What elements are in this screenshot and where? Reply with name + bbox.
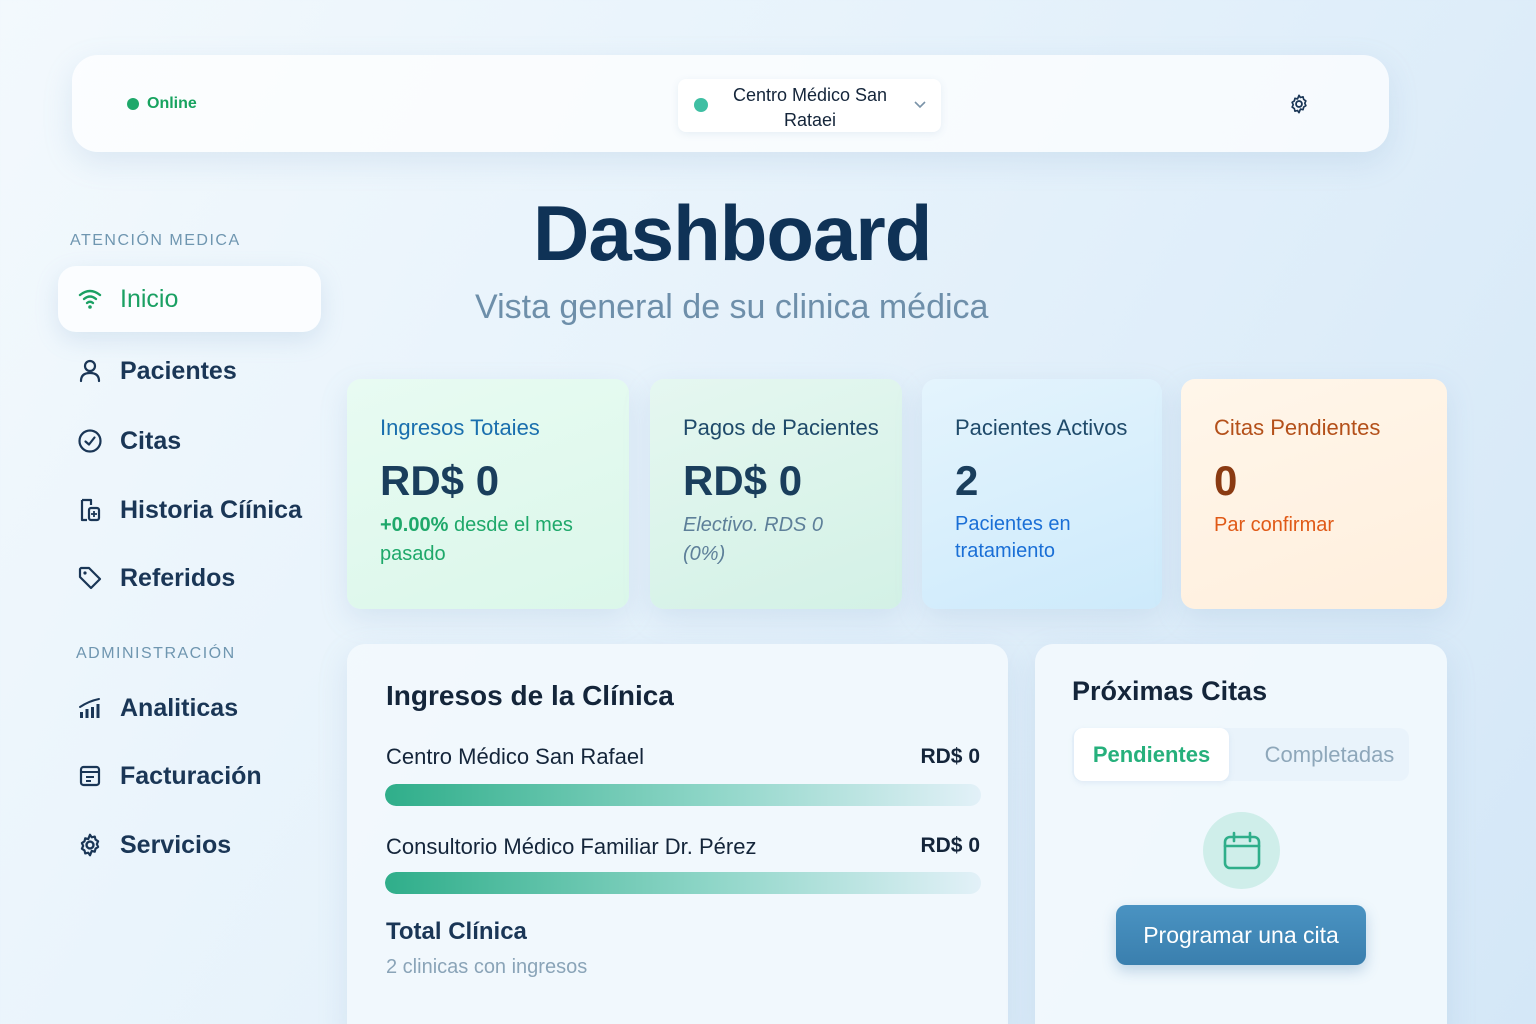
sidebar-item-facturacion[interactable]: Facturación xyxy=(58,743,321,809)
sidebar-item-citas[interactable]: Citas xyxy=(58,408,321,474)
stat-title: Ingresos Totaies xyxy=(380,415,540,440)
stat-card-ingresos-totales: Ingresos Totaies RD$ 0 +0.00% desde el m… xyxy=(347,379,629,609)
income-progress-fill xyxy=(385,872,981,894)
medical-record-icon xyxy=(76,496,104,524)
status-label: Online xyxy=(147,95,197,112)
status-dot-icon xyxy=(127,98,139,110)
clinic-selector[interactable]: Centro Médico San Rataei xyxy=(678,79,941,132)
stat-title: Citas Pendientes xyxy=(1214,415,1381,440)
sidebar-item-analiticas[interactable]: Analiticas xyxy=(58,675,321,741)
schedule-appointment-button[interactable]: Programar una cita xyxy=(1116,905,1366,965)
invoice-icon xyxy=(76,762,104,790)
stat-title: Pacientes Activos xyxy=(955,415,1128,440)
stat-card-citas-pendientes: Citas Pendientes 0 Par confirmar xyxy=(1181,379,1447,609)
stat-note: +0.00% desde el mes pasado xyxy=(380,511,610,569)
panel-title: Ingresos de la Clínica xyxy=(386,680,674,711)
income-row-value: RD$ 0 xyxy=(920,745,980,768)
income-progress-bar xyxy=(385,784,981,806)
user-icon xyxy=(76,357,104,385)
check-circle-icon xyxy=(76,427,104,455)
page-title: Dashboard xyxy=(533,189,932,277)
page-subtitle: Vista general de su clinica médica xyxy=(475,288,989,326)
sidebar-item-pacientes[interactable]: Pacientes xyxy=(58,338,321,404)
settings-gear-icon[interactable] xyxy=(1288,93,1310,115)
stat-note-highlight: +0.00% xyxy=(380,514,449,536)
income-progress-fill xyxy=(385,784,981,806)
income-progress-bar xyxy=(385,872,981,894)
stat-title: Pagos de Pacientes xyxy=(683,415,879,440)
wifi-icon xyxy=(76,285,104,313)
stat-value: 0 xyxy=(1214,457,1238,504)
stat-value: 2 xyxy=(955,457,979,504)
tag-icon xyxy=(76,564,104,592)
panel-title: Próximas Citas xyxy=(1072,676,1268,706)
stat-card-pagos-pacientes: Pagos de Pacientes RD$ 0 Electivo. RDS 0… xyxy=(650,379,902,609)
income-row-label: Centro Médico San Rafael xyxy=(386,744,645,769)
stat-note: Par confirmar xyxy=(1214,514,1335,536)
upcoming-appointments-panel: Próximas Citas Pendientes Completadas Pr… xyxy=(1035,644,1447,1024)
gear-icon xyxy=(76,831,104,859)
bar-chart-icon xyxy=(76,694,104,722)
total-label: Total Clínica xyxy=(386,918,527,945)
section-label-medical: ATENCIÓN MEDICA xyxy=(70,232,241,249)
chevron-down-icon xyxy=(914,101,926,109)
sidebar-item-label: Servicios xyxy=(120,830,232,859)
sidebar-item-label: Referidos xyxy=(120,563,236,592)
income-row-value: RD$ 0 xyxy=(920,834,980,857)
sidebar-item-inicio[interactable]: Inicio xyxy=(58,266,321,332)
sidebar-item-label: Citas xyxy=(120,426,182,455)
stat-note: Electivo. RDS 0 (0%) xyxy=(683,514,824,565)
clinic-dot-icon xyxy=(694,98,708,112)
online-status: Online xyxy=(127,95,197,113)
sidebar-item-label: Pacientes xyxy=(120,356,237,385)
stat-value: RD$ 0 xyxy=(683,457,803,504)
tab-pendientes[interactable]: Pendientes xyxy=(1074,728,1229,781)
sidebar-item-label: Inicio xyxy=(120,284,179,313)
total-note: 2 clinicas con ingresos xyxy=(386,956,588,978)
stat-card-pacientes-activos: Pacientes Activos 2 Pacientes en tratami… xyxy=(922,379,1162,609)
clinic-selector-value: Centro Médico San Rataei xyxy=(732,85,888,130)
top-bar: Online Centro Médico San Rataei xyxy=(72,55,1389,152)
tab-completadas[interactable]: Completadas xyxy=(1252,728,1407,781)
sidebar-item-label: Facturación xyxy=(120,761,262,790)
calendar-icon xyxy=(1203,812,1280,889)
stat-note: Pacientes en tratamiento xyxy=(955,513,1071,562)
clinic-income-panel: Ingresos de la Clínica Centro Médico San… xyxy=(347,644,1008,1024)
sidebar-item-historia-clinica[interactable]: Historia Cíínica xyxy=(58,477,321,543)
section-label-admin: ADMINISTRACIÓN xyxy=(76,645,236,662)
sidebar-item-label: Historia Cíínica xyxy=(120,495,302,524)
income-row-label: Consultorio Médico Familiar Dr. Pérez xyxy=(386,834,757,859)
sidebar-item-referidos[interactable]: Referidos xyxy=(58,545,321,611)
sidebar-item-servicios[interactable]: Servicios xyxy=(58,812,321,878)
appointment-tabs: Pendientes Completadas xyxy=(1072,728,1409,781)
stat-value: RD$ 0 xyxy=(380,457,500,504)
sidebar-item-label: Analiticas xyxy=(120,693,239,722)
